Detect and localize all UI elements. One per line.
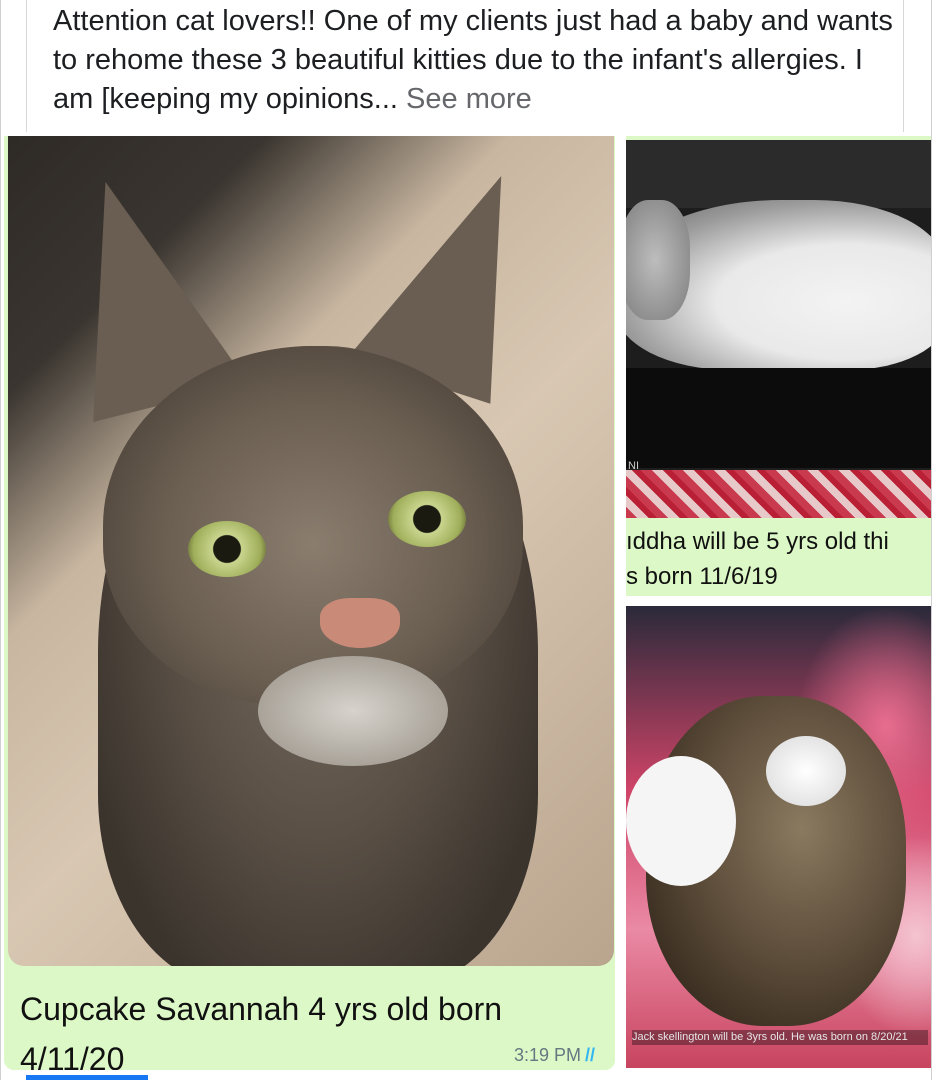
cat-photo-jack: [626, 606, 931, 1068]
cat-photo-buddha: NI: [626, 140, 931, 518]
caption-buddha: ıddha will be 5 yrs old thi s born 11/6/…: [626, 524, 931, 594]
cat-face: [766, 736, 846, 806]
cat-eye-left: [188, 521, 266, 577]
red-rug: [626, 470, 931, 518]
photo-buddha[interactable]: NI ıddha will be 5 yrs old thi s born 11…: [626, 136, 931, 596]
cat-nose: [320, 598, 400, 648]
cat-head: [626, 200, 690, 320]
photo-jack-skellington[interactable]: Jack skellington will be 3yrs old. He wa…: [626, 606, 931, 1068]
white-blanket: [626, 756, 736, 886]
cat-photo-cupcake: [8, 136, 614, 966]
timestamp-text: 3:19 PM: [513, 1045, 581, 1065]
cat-chin: [258, 656, 448, 766]
read-ticks-icon: //: [584, 1045, 595, 1065]
see-more-link[interactable]: See more: [406, 83, 532, 115]
photo-cupcake[interactable]: Cupcake Savannah 4 yrs old born 4/11/20 …: [4, 136, 615, 1070]
frame-left-border: [0, 0, 1, 1080]
caption-line-2: s born 11/6/19: [626, 563, 778, 590]
message-timestamp: 3:19 PM//: [514, 1045, 595, 1066]
cat-eye-right: [388, 491, 466, 547]
caption-jack: Jack skellington will be 3yrs old. He wa…: [632, 1030, 928, 1045]
caption-line-1: ıddha will be 5 yrs old thi: [626, 528, 889, 555]
post-text: Attention cat lovers!! One of my clients…: [26, 0, 904, 132]
accent-underline: [26, 1075, 148, 1080]
black-box: [626, 368, 931, 468]
